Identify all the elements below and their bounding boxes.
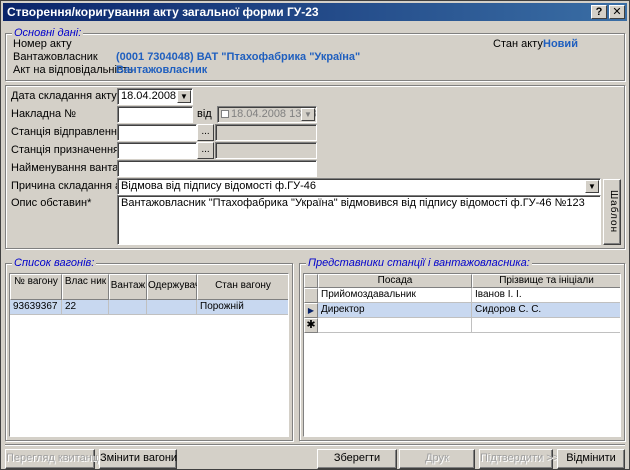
destination-station-code-input[interactable] (117, 142, 197, 159)
wagons-table[interactable]: № вагону Влас ник Вантаж Одержувач Стан … (9, 273, 289, 437)
wagon-number-cell: 93639367 (10, 300, 62, 315)
rep-name-new-cell[interactable] (472, 318, 620, 333)
representatives-legend: Представники станції і вантажовласника: (306, 257, 532, 269)
row-indicator[interactable] (304, 288, 318, 303)
circumstances-textarea[interactable]: Вантажовласник "Птахофабрика "Україна" в… (117, 195, 601, 245)
invoice-label: Накладна № (11, 108, 77, 120)
invoice-from-label: від (197, 108, 212, 120)
save-button[interactable]: Зберегти (317, 449, 397, 469)
reps-header-name[interactable]: Прізвище та ініціали (472, 274, 620, 288)
rep-position-cell: Директор (318, 303, 472, 318)
wagons-header-cargo[interactable]: Вантаж (109, 274, 147, 300)
reason-value: Відмова від підпису відомості ф.ГУ-46 (121, 180, 317, 192)
rep-name-cell: Іванов І. І. (472, 288, 620, 303)
table-row[interactable]: Прийомоздавальник Іванов І. І. (304, 288, 620, 303)
chevron-down-icon[interactable]: ▼ (585, 180, 599, 193)
departure-station-browse-button[interactable]: ... (197, 124, 214, 141)
window-title: Створення/коригування акту загальної фор… (7, 5, 319, 19)
table-row[interactable]: ▶ Директор Сидоров С. С. (304, 303, 620, 318)
title-bar: Створення/коригування акту загальної фор… (3, 3, 627, 21)
current-row-arrow-icon: ▶ (304, 303, 318, 318)
destination-station-browse-button[interactable]: ... (197, 142, 214, 159)
destination-station-label: Станція призначення (11, 144, 119, 156)
new-row-asterisk-icon: ✱ (304, 318, 318, 333)
wagon-owner-cell: 22 (62, 300, 109, 315)
date-picker[interactable]: 18.04.2008 ▼ (117, 88, 193, 105)
change-wagons-button[interactable]: Змінити вагони (99, 449, 177, 469)
confirm-button[interactable]: Підтвердити >> (479, 449, 559, 469)
status-value: Новий (543, 38, 578, 50)
wagon-receiver-cell (147, 300, 197, 315)
wagons-header-owner[interactable]: Влас ник (62, 274, 109, 300)
owner-label: Вантажовласник (13, 51, 98, 63)
dialog-window: Створення/коригування акту загальної фор… (0, 0, 630, 470)
rep-position-cell: Прийомоздавальник (318, 288, 472, 303)
close-button[interactable]: ✕ (609, 5, 625, 19)
departure-station-code-input[interactable] (117, 124, 197, 141)
table-row-new[interactable]: ✱ (304, 318, 620, 333)
checkbox-icon[interactable] (221, 110, 229, 118)
invoice-date-picker[interactable]: 18.04.2008 13:08 ▼ (217, 106, 317, 123)
print-button[interactable]: Друк (399, 449, 475, 469)
rep-name-cell: Сидоров С. С. (472, 303, 620, 318)
destination-station-name-input (215, 142, 317, 159)
act-number-label: Номер акту (13, 38, 72, 50)
cancel-button[interactable]: Відмінити (557, 449, 625, 469)
view-receipts-button[interactable]: Перегляд квитанції (5, 449, 104, 469)
table-row[interactable]: 93639367 22 Порожній (10, 300, 288, 315)
wagons-legend: Список вагонів: (12, 257, 97, 269)
wagons-header-receiver[interactable]: Одержувач (147, 274, 200, 300)
wagons-header-status[interactable]: Стан вагону (197, 274, 288, 300)
departure-station-name-input (215, 124, 317, 141)
template-button[interactable]: Шаблон (603, 179, 621, 245)
help-button[interactable]: ? (591, 5, 607, 19)
representatives-table[interactable]: Посада Прізвище та ініціали Прийомоздава… (303, 273, 621, 437)
invoice-number-input[interactable] (117, 106, 193, 123)
reason-select[interactable]: Відмова від підпису відомості ф.ГУ-46 ▼ (117, 178, 601, 195)
responsible-value: Вантажовласник (116, 64, 208, 76)
row-indicator-header (304, 274, 318, 288)
reps-header-position[interactable]: Посада (318, 274, 472, 288)
date-value: 18.04.2008 (121, 90, 177, 102)
status-label: Стан акту (493, 38, 543, 50)
chevron-down-icon[interactable]: ▼ (301, 108, 315, 121)
departure-station-label: Станція відправлення (11, 126, 123, 138)
cargo-name-input[interactable] (117, 160, 317, 177)
wagon-cargo-cell (109, 300, 147, 315)
wagons-header-number[interactable]: № вагону (10, 274, 62, 300)
owner-value: (0001 7304048) ВАТ "Птахофабрика "Україн… (116, 51, 361, 63)
date-label: Дата складання акту* (11, 90, 122, 102)
chevron-down-icon[interactable]: ▼ (177, 90, 191, 103)
circumstances-label: Опис обставин* (11, 197, 92, 209)
footer-separator (5, 444, 625, 446)
wagon-status-cell: Порожній (197, 300, 288, 315)
rep-position-new-cell[interactable] (318, 318, 472, 333)
cargo-name-label: Найменування вантажу (11, 162, 132, 174)
